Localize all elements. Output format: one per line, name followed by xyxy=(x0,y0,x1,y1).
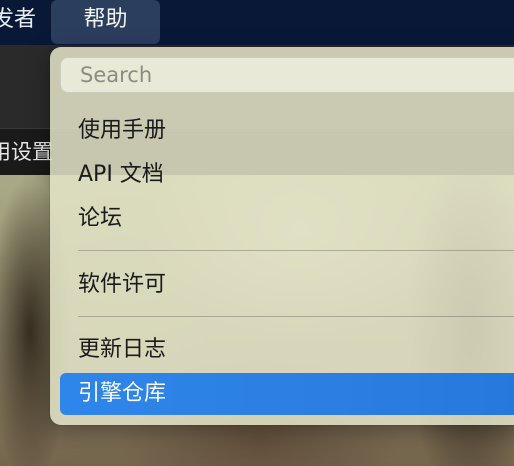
menu-item-api-docs[interactable]: API 文档 xyxy=(60,154,514,196)
menu-bar: 发者 帮助 xyxy=(0,0,514,45)
menu-item-user-manual[interactable]: 使用手册 xyxy=(60,110,514,152)
help-menu-dropdown: 使用手册 API 文档 论坛 软件许可 更新日志 引擎仓库 xyxy=(50,47,514,425)
menu-item-forum[interactable]: 论坛 xyxy=(60,198,514,240)
menu-item-engine-repository[interactable]: 引擎仓库 xyxy=(60,373,514,415)
menu-search-input[interactable] xyxy=(61,58,514,92)
menu-help[interactable]: 帮助 xyxy=(51,0,160,44)
app-settings-label[interactable]: 用设置 xyxy=(0,136,53,166)
menu-item-changelog[interactable]: 更新日志 xyxy=(60,329,514,371)
menu-search-box xyxy=(60,57,514,93)
menu-separator xyxy=(78,316,514,317)
menu-item-software-license[interactable]: 软件许可 xyxy=(60,264,514,306)
menu-developer[interactable]: 发者 xyxy=(0,0,36,44)
menu-separator xyxy=(78,250,514,251)
